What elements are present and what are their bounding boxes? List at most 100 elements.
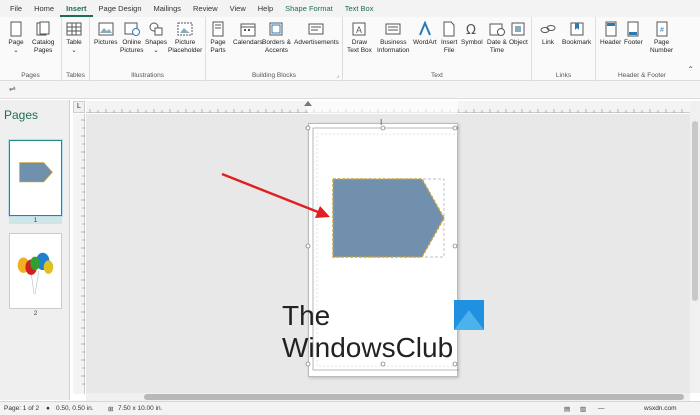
link-icon [540, 25, 556, 33]
text-box-icon: A [352, 22, 366, 36]
ribbon: Page ⌄ Catalog Pages Pages Table ⌄ Table… [0, 17, 700, 81]
calendar-icon [240, 23, 256, 37]
ruler-tab-selector[interactable]: L [73, 101, 85, 113]
advertisements-button[interactable]: Advertisements [294, 21, 339, 47]
pages-pane-title: Pages [4, 108, 39, 122]
link-button[interactable]: Link [540, 21, 556, 47]
tab-mailings[interactable]: Mailings [148, 0, 188, 17]
business-info-icon [385, 23, 401, 35]
tab-view[interactable]: View [224, 0, 252, 17]
tab-shape-format[interactable]: Shape Format [279, 0, 339, 17]
insert-file-icon [443, 21, 455, 37]
tab-text-box[interactable]: Text Box [339, 0, 380, 17]
page-icon [10, 21, 22, 37]
page-thumbnail-2[interactable] [9, 233, 62, 309]
svg-text:Ω: Ω [466, 23, 476, 37]
picture-placeholder-button[interactable]: Picture Placeholder [168, 21, 202, 55]
group-pages: Page ⌄ Catalog Pages Pages [0, 17, 62, 81]
tab-page-design[interactable]: Page Design [93, 0, 148, 17]
customize-toolbar-icon[interactable]: ⇌ [9, 84, 16, 93]
group-tables: Table ⌄ Tables [62, 17, 90, 81]
pages-pane: Pages 1 2 [0, 100, 70, 400]
group-label-tables: Tables [66, 72, 85, 79]
page-number-icon: # [656, 21, 668, 37]
zoom-slider-icon[interactable]: — [598, 405, 605, 412]
shapes-button[interactable]: Shapes ⌄ [145, 21, 167, 55]
borders-accents-button[interactable]: Borders & Accents [262, 21, 291, 55]
status-size: 7.50 x 10.00 in. [118, 405, 163, 412]
watermark: The WindowsClub [282, 300, 492, 370]
shapes-icon [149, 22, 163, 36]
header-icon [605, 21, 617, 37]
catalog-pages-button[interactable]: Catalog Pages [32, 21, 54, 55]
page-parts-button[interactable]: Page Parts [210, 21, 226, 55]
vertical-scrollbar[interactable] [690, 101, 700, 393]
footer-icon [627, 21, 639, 37]
advertisements-icon [308, 23, 324, 35]
group-label-illustrations: Illustrations [131, 72, 164, 79]
pentagon-shape[interactable] [332, 178, 445, 258]
size-icon: ⊞ [108, 406, 114, 413]
group-links: Link Bookmark Links [532, 17, 596, 81]
catalog-pages-icon [36, 21, 50, 36]
collapse-ribbon-icon[interactable]: ⌃ [687, 65, 694, 74]
wordart-icon [418, 21, 431, 36]
watermark-line-2: WindowsClub [282, 332, 454, 363]
pictures-icon [98, 22, 114, 36]
tab-review[interactable]: Review [187, 0, 224, 17]
status-position: 0.50, 0.50 in. [56, 405, 94, 412]
annotation-arrow [221, 172, 319, 214]
bookmark-button[interactable]: Bookmark [562, 21, 591, 47]
tab-insert[interactable]: Insert [60, 0, 93, 17]
vertical-ruler[interactable] [73, 114, 85, 394]
insert-file-button[interactable]: Insert File [441, 21, 457, 55]
text-cursor-icon: Ⅰ [380, 118, 382, 127]
header-button[interactable]: Header [600, 21, 621, 47]
footer-button[interactable]: Footer [624, 21, 643, 47]
page-button[interactable]: Page ⌄ [8, 21, 24, 55]
horizontal-scrollbar[interactable] [86, 393, 690, 401]
watermark-line-1: The [282, 300, 331, 331]
bookmark-icon [570, 22, 584, 36]
borders-accents-icon [269, 22, 283, 36]
quick-access-toolbar: ⇌ [0, 81, 700, 99]
draw-text-box-button[interactable]: A Draw Text Box [347, 21, 372, 55]
horizontal-ruler[interactable] [86, 101, 690, 113]
calendars-button[interactable]: Calendars [233, 21, 263, 47]
status-bar: Page: 1 of 2 ● 0.50, 0.50 in. ⊞ 7.50 x 1… [0, 401, 700, 415]
tab-file[interactable]: File [4, 0, 28, 17]
wordart-button[interactable]: WordArt [413, 21, 437, 47]
group-header-footer: Header Footer # Page Number Header & Foo… [596, 17, 688, 81]
object-button[interactable]: Object [509, 21, 528, 47]
online-pictures-icon [124, 22, 140, 36]
date-time-icon [489, 23, 505, 36]
pictures-button[interactable]: Pictures [94, 21, 117, 47]
omega-icon: Ω [466, 23, 476, 37]
page-number-label-2: 2 [33, 310, 38, 317]
horizontal-scroll-thumb[interactable] [144, 394, 684, 400]
tab-home[interactable]: Home [28, 0, 60, 17]
tab-help[interactable]: Help [252, 0, 279, 17]
ribbon-tabs: File Home Insert Page Design Mailings Re… [0, 0, 700, 17]
online-pictures-button[interactable]: Online Pictures [120, 21, 143, 55]
status-page[interactable]: Page: 1 of 2 [4, 405, 39, 412]
document-workspace[interactable]: Ⅰ The WindowsClub [86, 114, 690, 393]
single-page-view-icon[interactable]: ▤ [564, 405, 570, 413]
symbol-button[interactable]: Ω Symbol [461, 21, 483, 47]
group-building-blocks: Page Parts Calendars Borders & Accents A… [206, 17, 343, 81]
pentagon-shape-thumbnail [19, 162, 53, 183]
page-thumbnail-1[interactable] [9, 140, 62, 216]
group-label-pages: Pages [21, 72, 40, 79]
two-page-view-icon[interactable]: ▥ [580, 405, 586, 413]
site-label: wsxdn.com [644, 405, 677, 412]
page-number-button[interactable]: # Page Number [650, 21, 673, 55]
vertical-scroll-thumb[interactable] [692, 121, 698, 301]
group-label-building-blocks: Building Blocks [251, 72, 297, 79]
group-label-text: Text [431, 72, 443, 79]
table-button[interactable]: Table ⌄ [66, 21, 82, 55]
business-information-button[interactable]: Business Information [377, 21, 410, 55]
balloons-thumbnail [17, 252, 54, 295]
position-icon: ● [46, 405, 50, 412]
group-text: A Draw Text Box Business Information Wor… [343, 17, 532, 81]
date-time-button[interactable]: Date & Time [487, 21, 507, 55]
